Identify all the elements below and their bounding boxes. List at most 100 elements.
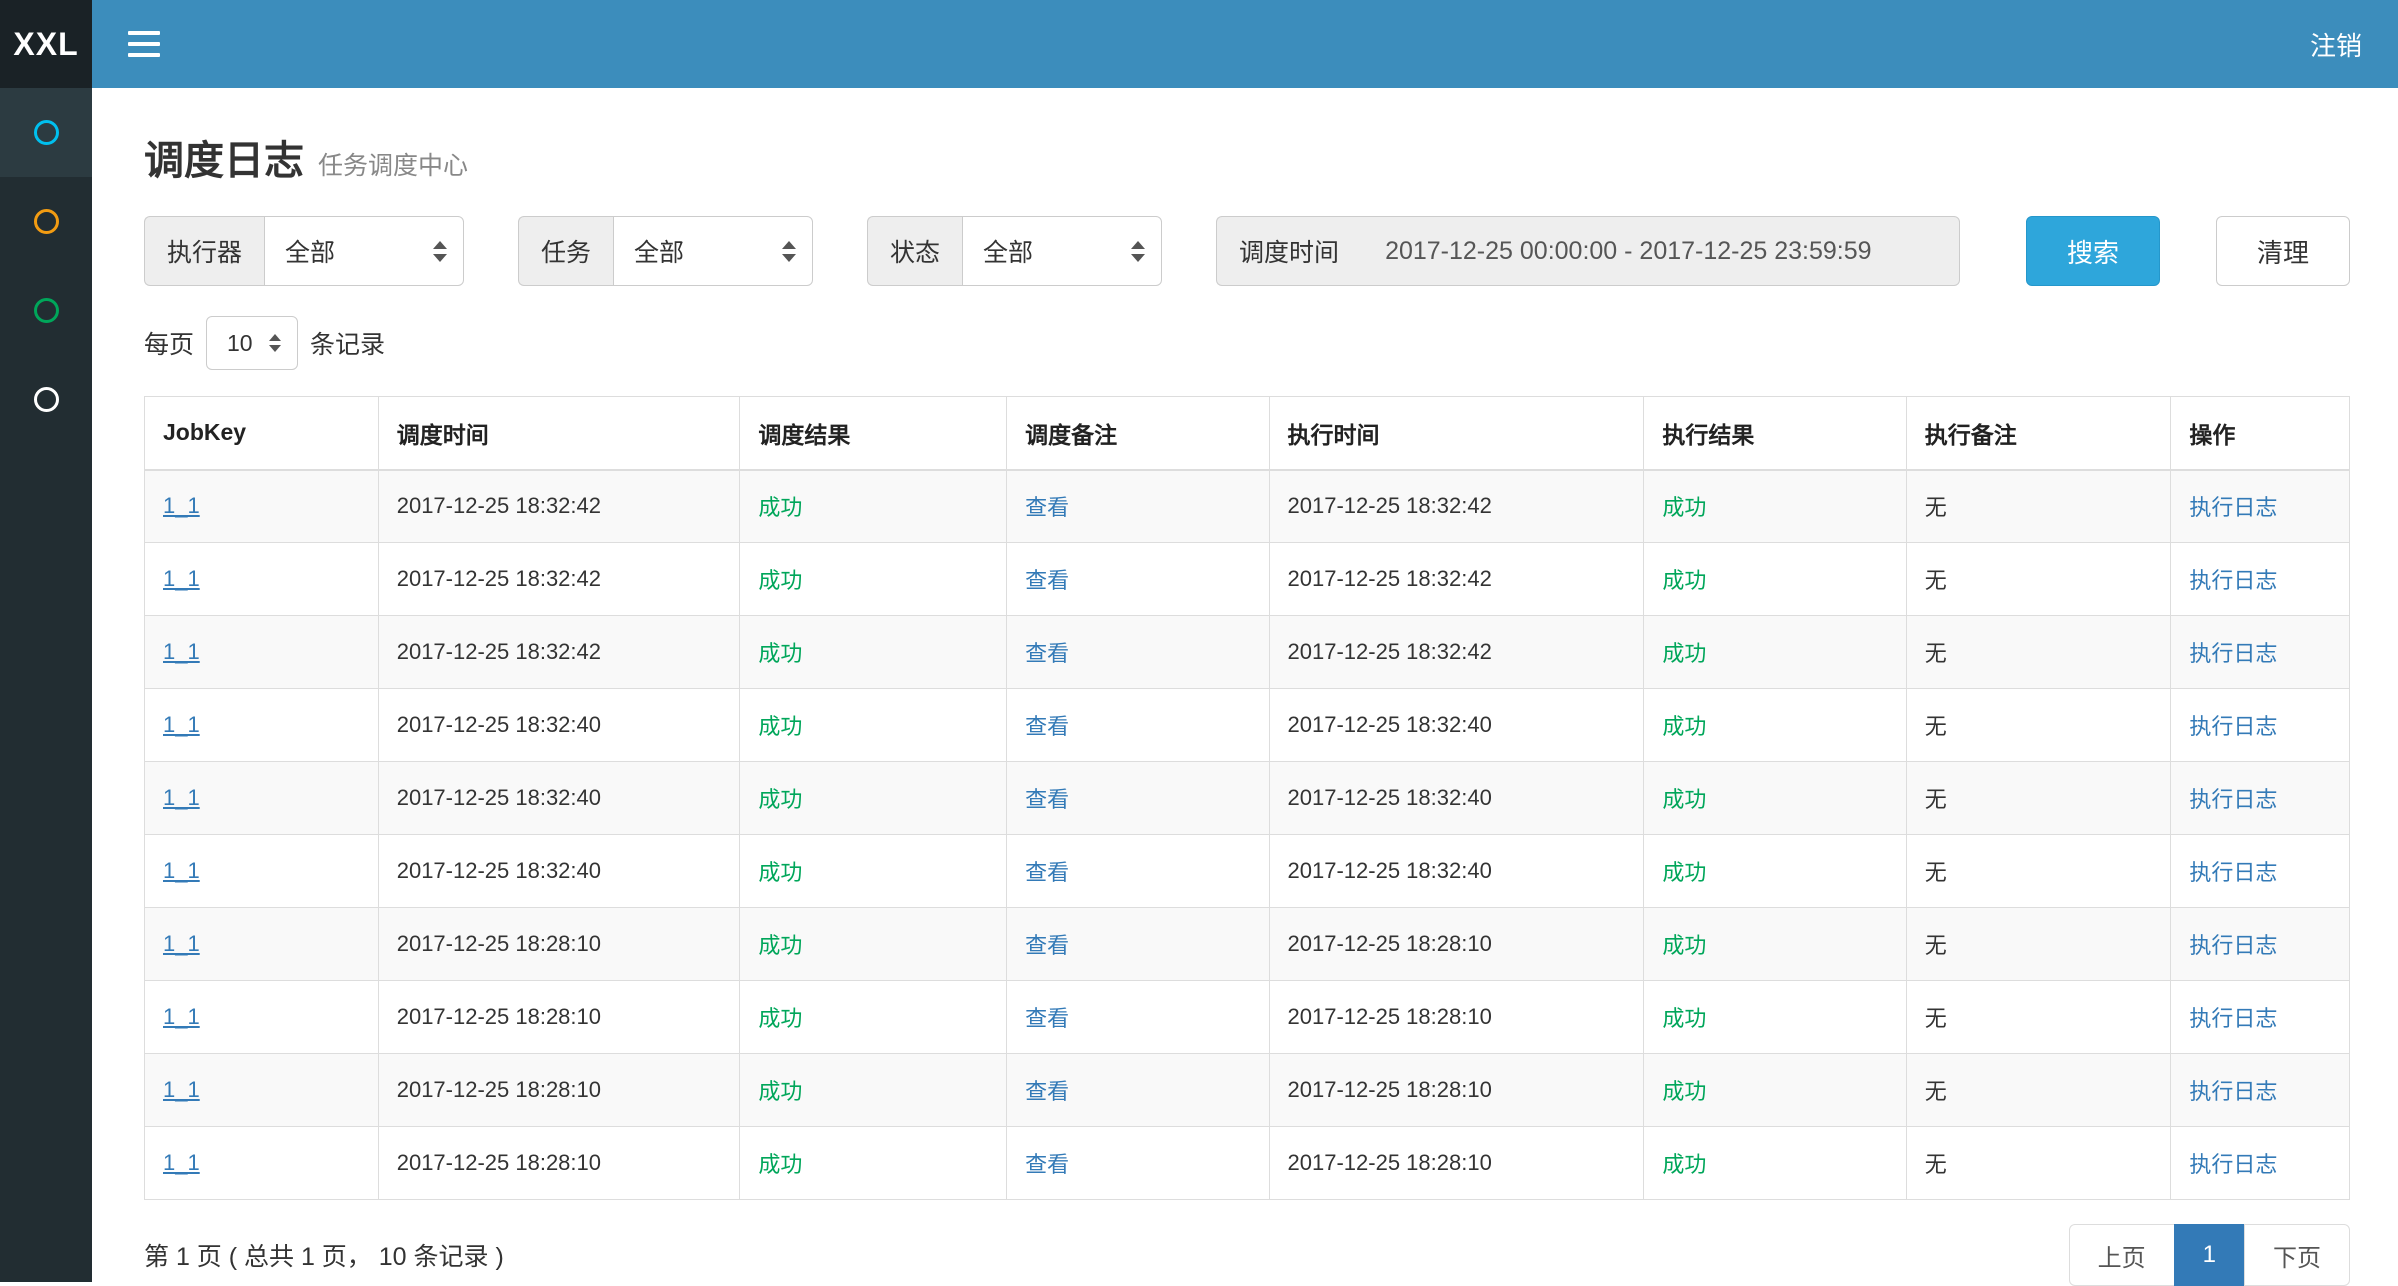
trigger-time-cell: 2017-12-25 18:28:10	[378, 908, 740, 981]
trigger-msg-link[interactable]: 查看	[1025, 933, 1069, 958]
page-subtitle: 任务调度中心	[318, 146, 468, 182]
table-row: 1_1 2017-12-25 18:32:42 成功 查看 2017-12-25…	[145, 543, 2350, 616]
exec-log-link[interactable]: 执行日志	[2189, 495, 2277, 520]
trigger-msg-link[interactable]: 查看	[1025, 641, 1069, 666]
select-stepper-icon	[782, 241, 796, 262]
exec-log-link[interactable]: 执行日志	[2189, 568, 2277, 593]
pagesize-select[interactable]: 10	[206, 316, 298, 370]
handle-msg-cell: 无	[1906, 1054, 2171, 1127]
sidebar-item-2[interactable]	[0, 177, 92, 266]
trigger-msg-link[interactable]: 查看	[1025, 1006, 1069, 1031]
main-content: 调度日志 任务调度中心 执行器 全部 任务 全部 状态	[92, 88, 2398, 1282]
app-logo[interactable]: XXL	[0, 0, 92, 88]
page-1-button[interactable]: 1	[2174, 1224, 2245, 1286]
handle-msg-cell: 无	[1906, 616, 2171, 689]
job-filter-label: 任务	[518, 216, 613, 286]
jobkey-link[interactable]: 1_1	[163, 1004, 200, 1029]
jobkey-link[interactable]: 1_1	[163, 493, 200, 518]
table-row: 1_1 2017-12-25 18:28:10 成功 查看 2017-12-25…	[145, 1054, 2350, 1127]
handle-time-cell: 2017-12-25 18:32:40	[1269, 762, 1644, 835]
trigger-time-cell: 2017-12-25 18:28:10	[378, 1054, 740, 1127]
exec-log-link[interactable]: 执行日志	[2189, 1006, 2277, 1031]
executor-select[interactable]: 全部	[264, 216, 464, 286]
exec-log-link[interactable]: 执行日志	[2189, 1152, 2277, 1177]
sidebar-item-4[interactable]	[0, 355, 92, 444]
trigger-msg-link[interactable]: 查看	[1025, 1079, 1069, 1104]
trigger-time-cell: 2017-12-25 18:32:42	[378, 543, 740, 616]
jobkey-link[interactable]: 1_1	[163, 639, 200, 664]
handle-msg-cell: 无	[1906, 908, 2171, 981]
column-header: 执行结果	[1644, 397, 1906, 470]
handle-msg-cell: 无	[1906, 1127, 2171, 1200]
exec-log-link[interactable]: 执行日志	[2189, 641, 2277, 666]
jobkey-link[interactable]: 1_1	[163, 1150, 200, 1175]
sidebar-item-3[interactable]	[0, 266, 92, 355]
trigger-time-cell: 2017-12-25 18:32:42	[378, 616, 740, 689]
trigger-msg-link[interactable]: 查看	[1025, 495, 1069, 520]
trigger-msg-link[interactable]: 查看	[1025, 1152, 1069, 1177]
circle-icon	[34, 209, 59, 234]
job-select[interactable]: 全部	[613, 216, 813, 286]
handle-time-cell: 2017-12-25 18:28:10	[1269, 981, 1644, 1054]
jobkey-link[interactable]: 1_1	[163, 1077, 200, 1102]
handle-time-cell: 2017-12-25 18:28:10	[1269, 1054, 1644, 1127]
table-row: 1_1 2017-12-25 18:32:42 成功 查看 2017-12-25…	[145, 616, 2350, 689]
exec-log-link[interactable]: 执行日志	[2189, 787, 2277, 812]
top-navbar: XXL 注销	[0, 0, 2398, 88]
navbar-main: 注销	[92, 0, 2398, 88]
status-select-value: 全部	[983, 233, 1033, 269]
trigger-msg-link[interactable]: 查看	[1025, 787, 1069, 812]
exec-log-link[interactable]: 执行日志	[2189, 714, 2277, 739]
prev-page-button[interactable]: 上页	[2069, 1224, 2175, 1286]
time-range-input[interactable]	[1361, 216, 1960, 286]
exec-log-link[interactable]: 执行日志	[2189, 1079, 2277, 1104]
handle-time-cell: 2017-12-25 18:32:42	[1269, 616, 1644, 689]
jobkey-link[interactable]: 1_1	[163, 712, 200, 737]
handle-result-text: 成功	[1662, 787, 1706, 812]
trigger-msg-link[interactable]: 查看	[1025, 714, 1069, 739]
jobkey-link[interactable]: 1_1	[163, 566, 200, 591]
exec-log-link[interactable]: 执行日志	[2189, 860, 2277, 885]
trigger-result-text: 成功	[758, 1006, 802, 1031]
trigger-time-cell: 2017-12-25 18:32:40	[378, 835, 740, 908]
trigger-result-text: 成功	[758, 1079, 802, 1104]
next-page-button[interactable]: 下页	[2244, 1224, 2350, 1286]
executor-select-value: 全部	[285, 233, 335, 269]
status-select[interactable]: 全部	[962, 216, 1162, 286]
pagesize-select-value: 10	[227, 330, 253, 357]
trigger-msg-link[interactable]: 查看	[1025, 860, 1069, 885]
clear-button[interactable]: 清理	[2216, 216, 2350, 286]
handle-time-cell: 2017-12-25 18:28:10	[1269, 908, 1644, 981]
trigger-result-text: 成功	[758, 568, 802, 593]
executor-filter-label: 执行器	[144, 216, 264, 286]
select-stepper-icon	[269, 334, 281, 352]
status-filter-group: 状态 全部	[867, 216, 1162, 286]
exec-log-link[interactable]: 执行日志	[2189, 933, 2277, 958]
trigger-result-text: 成功	[758, 933, 802, 958]
trigger-result-text: 成功	[758, 787, 802, 812]
filter-bar: 执行器 全部 任务 全部 状态 全部	[144, 216, 2350, 286]
handle-result-text: 成功	[1662, 933, 1706, 958]
trigger-msg-link[interactable]: 查看	[1025, 568, 1069, 593]
table-row: 1_1 2017-12-25 18:32:40 成功 查看 2017-12-25…	[145, 762, 2350, 835]
handle-result-text: 成功	[1662, 860, 1706, 885]
table-row: 1_1 2017-12-25 18:28:10 成功 查看 2017-12-25…	[145, 908, 2350, 981]
sidebar-item-1[interactable]	[0, 88, 92, 177]
page-header: 调度日志 任务调度中心	[144, 128, 2350, 186]
jobkey-link[interactable]: 1_1	[163, 931, 200, 956]
handle-result-text: 成功	[1662, 495, 1706, 520]
sidebar-toggle-icon[interactable]	[128, 31, 160, 57]
trigger-time-cell: 2017-12-25 18:28:10	[378, 1127, 740, 1200]
jobkey-link[interactable]: 1_1	[163, 858, 200, 883]
handle-result-text: 成功	[1662, 714, 1706, 739]
logout-link[interactable]: 注销	[2310, 26, 2362, 63]
log-table: JobKey调度时间调度结果调度备注执行时间执行结果执行备注操作 1_1 201…	[144, 396, 2350, 1200]
search-button[interactable]: 搜索	[2026, 216, 2160, 286]
sidebar-menu	[0, 88, 92, 1282]
circle-icon	[34, 387, 59, 412]
column-header: 执行时间	[1269, 397, 1644, 470]
job-select-value: 全部	[634, 233, 684, 269]
handle-result-text: 成功	[1662, 1006, 1706, 1031]
jobkey-link[interactable]: 1_1	[163, 785, 200, 810]
table-row: 1_1 2017-12-25 18:32:40 成功 查看 2017-12-25…	[145, 689, 2350, 762]
